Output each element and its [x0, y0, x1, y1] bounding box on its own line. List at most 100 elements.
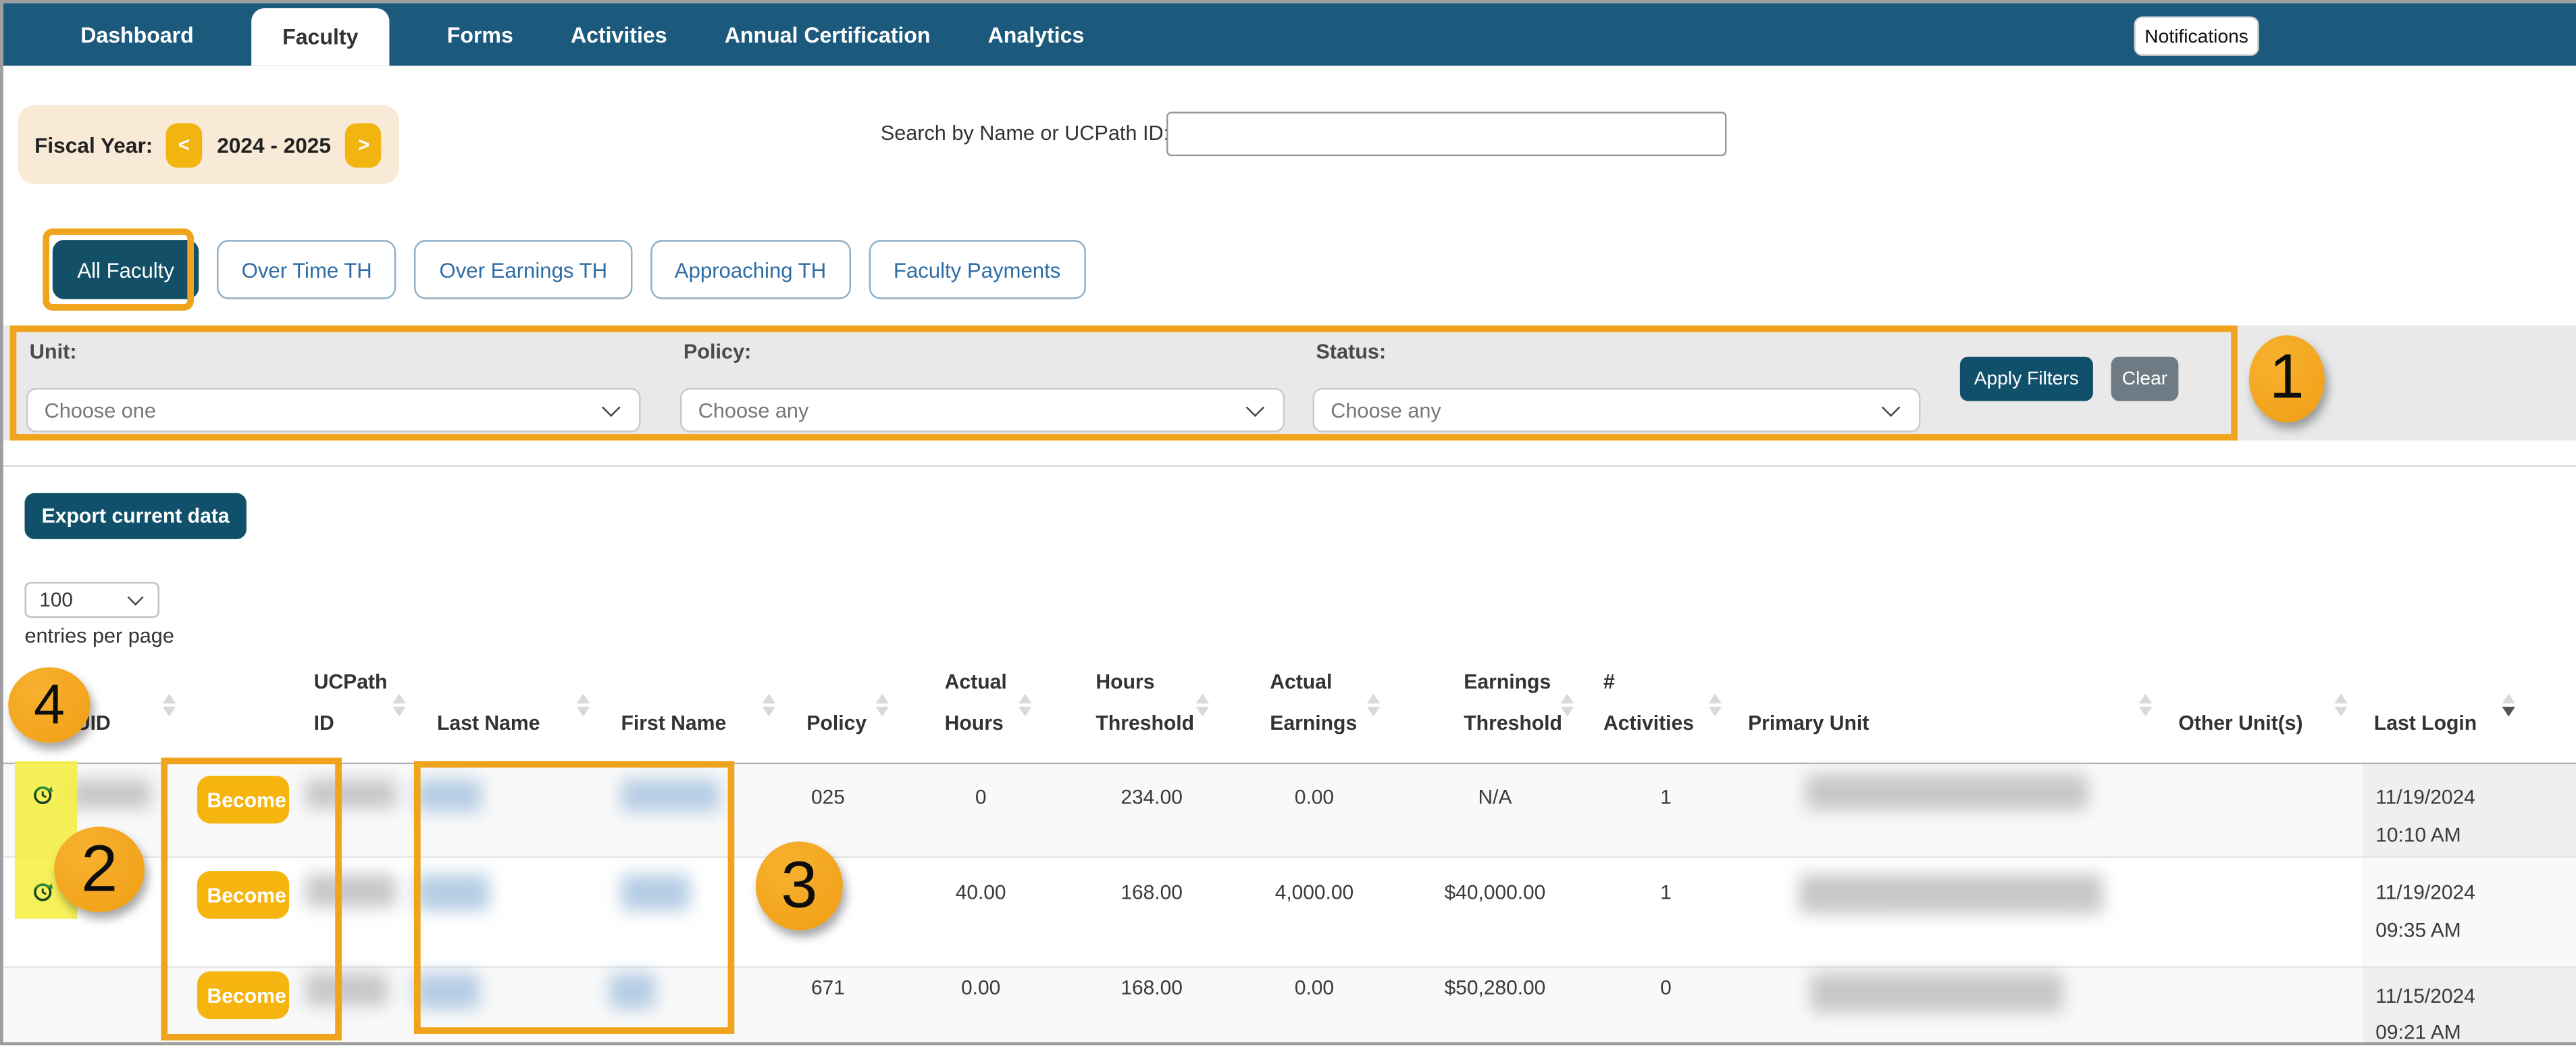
- redacted-primary-unit: [1811, 973, 2064, 1012]
- cell-earnings-threshold: N/A: [1421, 786, 1569, 809]
- redacted-primary-unit: [1805, 774, 2088, 811]
- col-header-actual-earnings[interactable]: ActualEarnings: [1270, 670, 1357, 762]
- unit-filter-label: Unit:: [30, 341, 77, 364]
- apply-filters-button[interactable]: Apply Filters: [1960, 357, 2093, 401]
- fiscal-year-label: Fiscal Year:: [34, 132, 153, 157]
- chevron-down-icon: [602, 398, 621, 417]
- sort-icon: [761, 693, 775, 716]
- section-divider: [3, 465, 2576, 466]
- cell-actual-hours: 0: [931, 786, 1030, 809]
- clear-filters-button[interactable]: Clear: [2111, 357, 2179, 401]
- redacted-last-name-link[interactable]: [414, 973, 480, 1010]
- redacted-first-name-link[interactable]: [621, 779, 719, 812]
- fiscal-year-value: 2024 - 2025: [217, 132, 331, 157]
- entries-per-page-label: entries per page: [24, 624, 174, 647]
- nav-item-analytics[interactable]: Analytics: [988, 3, 1085, 66]
- become-button[interactable]: Become: [197, 776, 289, 824]
- faculty-view-tabs: All Faculty Over Time TH Over Earnings T…: [53, 240, 1085, 299]
- cell-hours-threshold: 234.00: [1094, 786, 1209, 809]
- cell-earnings-threshold: $50,280.00: [1421, 976, 1569, 999]
- page-size-select[interactable]: 100: [24, 582, 159, 618]
- cell-policy: 025: [787, 786, 869, 809]
- cell-actual-hours: 40.00: [931, 881, 1030, 904]
- cell-activities: 1: [1616, 786, 1715, 809]
- cell-hours-threshold: 168.00: [1094, 881, 1209, 904]
- annotation-badge-4: 4: [8, 668, 91, 743]
- chevron-down-icon: [1882, 398, 1901, 417]
- col-header-policy[interactable]: Policy: [806, 670, 867, 762]
- nav-item-faculty-active[interactable]: Faculty: [251, 8, 390, 66]
- nav-item-forms[interactable]: Forms: [447, 3, 513, 66]
- redacted-ucpath-id: [305, 973, 388, 1006]
- nav-item-dashboard[interactable]: Dashboard: [80, 3, 194, 66]
- cell-earnings-threshold: $40,000.00: [1421, 881, 1569, 904]
- tab-faculty-payments[interactable]: Faculty Payments: [869, 240, 1085, 299]
- sort-icon: [1365, 693, 1380, 716]
- annotation-badge-3: 3: [756, 841, 843, 930]
- redacted-first-name-link[interactable]: [621, 874, 690, 911]
- cell-actual-hours: 0.00: [931, 976, 1030, 999]
- search-input[interactable]: [1166, 111, 1726, 156]
- sort-icon: [1707, 693, 1722, 716]
- col-header-earnings-threshold[interactable]: EarningsThreshold: [1464, 670, 1562, 762]
- notifications-button[interactable]: Notifications: [2134, 16, 2259, 55]
- sort-icon: [391, 693, 406, 716]
- pending-history-clock-icon: [31, 879, 54, 902]
- tab-over-time-th[interactable]: Over Time TH: [217, 240, 396, 299]
- unit-filter-select[interactable]: Choose one: [26, 388, 641, 432]
- tab-over-earnings-th[interactable]: Over Earnings TH: [415, 240, 632, 299]
- cell-last-login: 11/15/202409:21 AM: [2375, 978, 2559, 1045]
- become-button[interactable]: Become: [197, 871, 289, 919]
- tab-all-faculty[interactable]: All Faculty: [53, 240, 199, 299]
- become-button[interactable]: Become: [197, 972, 289, 1020]
- cell-policy: 671: [787, 976, 869, 999]
- export-current-data-button[interactable]: Export current data: [24, 493, 246, 539]
- col-header-ucpath-id[interactable]: UCPathID: [314, 670, 388, 762]
- chevron-down-icon: [128, 589, 144, 605]
- status-filter-select[interactable]: Choose any: [1312, 388, 1920, 432]
- redacted-ucpath-id: [305, 874, 396, 907]
- policy-filter-label: Policy:: [684, 341, 751, 364]
- redacted-last-name-link[interactable]: [415, 874, 489, 911]
- fiscal-year-next-button[interactable]: >: [346, 122, 382, 167]
- sort-icon: [1194, 693, 1209, 716]
- chevron-down-icon: [1246, 398, 1265, 417]
- col-header-hours-threshold[interactable]: HoursThreshold: [1096, 670, 1194, 762]
- cell-last-login: 11/19/202410:10 AM: [2375, 779, 2559, 855]
- app-window: Dashboard Faculty Forms Activities Annua…: [0, 0, 2576, 1046]
- sort-icon: [1559, 693, 1574, 716]
- nav-item-annual-certification[interactable]: Annual Certification: [725, 3, 931, 66]
- fiscal-year-prev-button[interactable]: <: [166, 122, 203, 167]
- pending-history-clock-icon: [31, 782, 54, 805]
- cell-activities: 0: [1616, 976, 1715, 999]
- annotation-badge-1: 1: [2249, 335, 2325, 422]
- redacted-last-name-link[interactable]: [415, 779, 481, 812]
- col-header-primary-unit[interactable]: Primary Unit: [1748, 670, 1869, 762]
- col-header-other-units[interactable]: Other Unit(s): [2178, 670, 2302, 762]
- annotation-badge-2: 2: [54, 826, 145, 912]
- tab-approaching-th[interactable]: Approaching TH: [650, 240, 850, 299]
- col-header-first-name[interactable]: First Name: [621, 670, 726, 762]
- col-header-last-name[interactable]: Last Name: [437, 670, 540, 762]
- policy-filter-select[interactable]: Choose any: [680, 388, 1285, 432]
- sort-icon: [575, 693, 590, 716]
- fiscal-year-selector: Fiscal Year: < 2024 - 2025 >: [18, 105, 399, 184]
- page-size-value: 100: [39, 589, 72, 612]
- table-row: Become 40.00 168.00 4,000.00 $40,000.00 …: [3, 856, 2576, 966]
- unit-filter-value: Choose one: [45, 399, 156, 422]
- col-header-activities[interactable]: #Activities: [1603, 670, 1694, 762]
- cell-actual-earnings: 4,000.00: [1257, 881, 1372, 904]
- nav-item-activities[interactable]: Activities: [571, 3, 667, 66]
- cell-activities: 1: [1616, 881, 1715, 904]
- redacted-uid: [69, 779, 151, 809]
- col-header-last-login[interactable]: Last Login: [2374, 670, 2477, 762]
- redacted-first-name-link[interactable]: [609, 973, 655, 1010]
- filter-bar: Unit: Choose one Policy: Choose any Stat…: [3, 326, 2576, 441]
- col-header-actual-hours[interactable]: ActualHours: [945, 670, 1007, 762]
- table-row: Become 671 0.00 168.00 0.00 $50,280.00 0…: [3, 966, 2576, 1043]
- cell-actual-earnings: 0.00: [1257, 976, 1372, 999]
- sort-icon: [161, 693, 176, 716]
- cell-actual-earnings: 0.00: [1257, 786, 1372, 809]
- status-filter-value: Choose any: [1331, 399, 1441, 422]
- policy-filter-value: Choose any: [698, 399, 809, 422]
